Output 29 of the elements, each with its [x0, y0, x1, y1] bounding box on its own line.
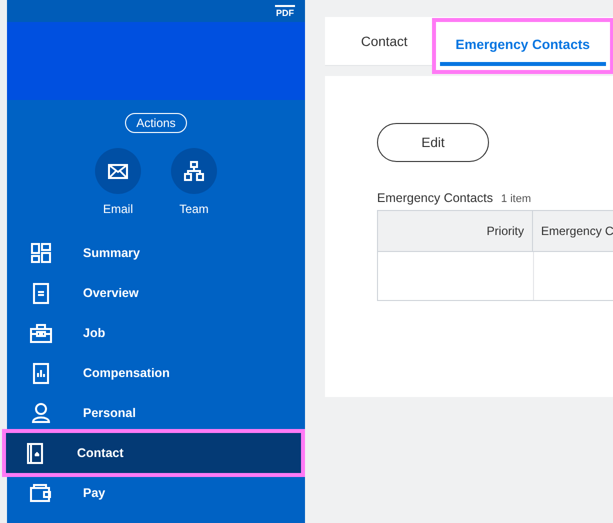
item-count: 1 item [501, 193, 531, 205]
address-book-icon [27, 442, 43, 464]
table-title: Emergency Contacts [377, 191, 494, 205]
org-chart-icon [184, 161, 204, 181]
quick-action-label: Team [179, 202, 209, 216]
email-button[interactable] [95, 148, 141, 194]
pdf-button[interactable]: PDF [275, 4, 295, 18]
team-button[interactable] [171, 148, 217, 194]
nav-item[interactable]: Contact [6, 433, 301, 473]
grid-icon [31, 243, 51, 263]
person-icon [32, 403, 50, 423]
nav-item[interactable]: Summary [7, 233, 305, 273]
tab[interactable]: Contact [345, 17, 424, 65]
document-icon [33, 282, 49, 304]
briefcase-icon [30, 324, 52, 342]
actions-button[interactable]: Actions [125, 113, 187, 133]
nav-item[interactable]: Overview [7, 273, 305, 313]
wallet-icon [30, 484, 52, 502]
quick-action-label: Email [102, 202, 133, 216]
nav-item[interactable]: Job [7, 313, 305, 353]
edit-button[interactable]: Edit [377, 123, 489, 162]
nav-item[interactable]: Personal [7, 393, 305, 433]
envelope-icon [108, 164, 128, 178]
column-header: Emergency C [540, 223, 613, 240]
nav-item[interactable]: Pay [7, 473, 305, 513]
tab[interactable]: Emergency Contacts [440, 22, 606, 66]
column-header: Priority [378, 211, 533, 251]
nav-item[interactable]: Compensation [7, 353, 305, 393]
bar-chart-icon [33, 362, 49, 384]
